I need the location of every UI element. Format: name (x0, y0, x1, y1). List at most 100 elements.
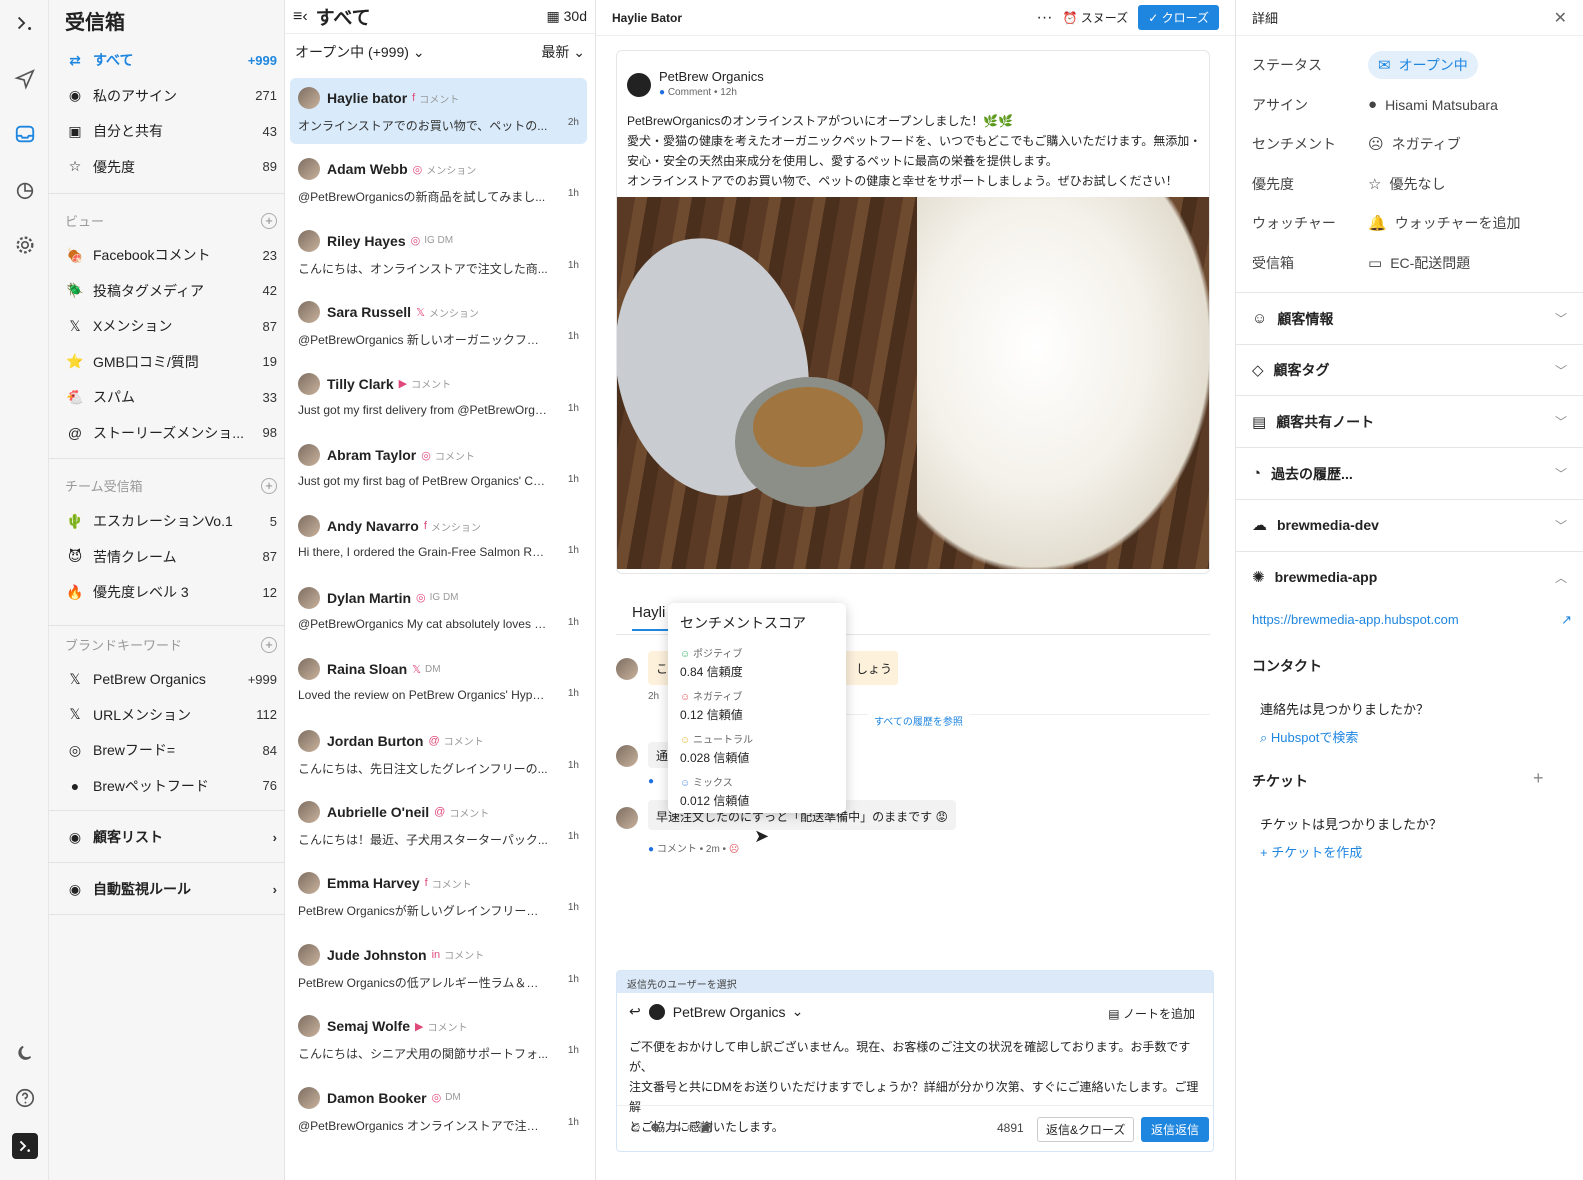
view-item-4[interactable]: 🐔 スパム 33 (65, 383, 277, 411)
post-image[interactable] (617, 197, 1209, 569)
view-item-2[interactable]: 𝕏 Xメンション 87 (65, 312, 277, 340)
list-collapse-icon[interactable]: ≡‹ (293, 8, 308, 26)
detail-value[interactable]: ✉ オープン中 (1368, 51, 1478, 79)
team-item-1[interactable]: 😈 苦情クレーム 87 (65, 543, 277, 571)
reply-account-select[interactable]: PetBrew Organics (673, 1004, 786, 1020)
brand-avatar (648, 1003, 665, 1020)
nav-item-2[interactable]: ▣ 自分と共有 43 (65, 117, 277, 145)
view-item-3[interactable]: ⭐ GMB口コミ/質問 19 (65, 348, 277, 376)
add-icon[interactable]: + (261, 477, 277, 494)
search-image-icon[interactable]: ⌕ (686, 1119, 699, 1134)
date-range-button[interactable]: ▦ 30d (547, 8, 587, 25)
brand-item-2[interactable]: ◎ Brewフード= 84 (65, 736, 277, 764)
close-conversation-button[interactable]: ✓ クローズ (1138, 5, 1219, 30)
account-logo-icon[interactable] (12, 1133, 38, 1159)
ai-icon[interactable]: ▣ (700, 1119, 718, 1134)
conversation-item[interactable]: Riley Hayes ◎ IG DM こんにちは、オンラインストアで注文した商...… (290, 221, 587, 287)
accordion-0[interactable]: ☺ 顧客情報 ﹀ (1236, 292, 1583, 344)
send-icon[interactable] (12, 66, 38, 92)
add-ticket-icon[interactable]: + (1533, 768, 1544, 789)
conversation-item[interactable]: Jude Johnston in コメント PetBrew Organicsの低アレル… (290, 935, 587, 1001)
conversation-item[interactable]: Jordan Burton @ コメント こんにちは、先日注文したグレインフリーの..… (290, 721, 587, 787)
conversation-item[interactable]: Tilly Clark ▶ コメント Just got my first delive… (290, 364, 587, 430)
sentiment-value: 0.12 信頼値 (680, 708, 743, 722)
hubspot-link[interactable]: https://brewmedia-app.hubspot.com (1252, 612, 1459, 628)
conversation-item[interactable]: Haylie bator f コメント オンラインストアでのお買い物で、ペットの...… (290, 78, 587, 144)
conversation-item[interactable]: Abram Taylor ◎ コメント Just got my first bag o… (290, 435, 587, 501)
conversation-item[interactable]: Raina Sloan 𝕏 DM Loved the review on PetBre… (290, 649, 587, 715)
snooze-button[interactable]: ⏰ スヌーズ (1062, 9, 1128, 26)
more-icon[interactable]: ··· (1037, 9, 1053, 27)
detail-icon: ☆ (1368, 175, 1382, 193)
conversation-item[interactable]: Aubrielle O'neil @ コメント こんにちは！最近、子犬用スターターパッ… (290, 792, 587, 858)
detail-value[interactable]: ☹ ネガティブ (1368, 134, 1461, 154)
view-item-0[interactable]: 🍖 Facebookコメント 23 (65, 241, 277, 269)
team-item-2[interactable]: 🔥 優先度レベル 3 12 (65, 578, 277, 606)
detail-value[interactable]: 🔔 ウォッチャーを追加 (1368, 213, 1521, 233)
inbox-icon[interactable] (12, 121, 38, 147)
help-icon[interactable] (12, 1085, 38, 1111)
view-history-link[interactable]: すべての履歴を参照 (868, 713, 969, 728)
chevron-down-icon: ﹀ (1554, 312, 1567, 326)
inbox-navigation: 受信箱 ⇄ すべて +999 ◉ 私のアサイン 271 ▣ 自分と共有 43 ☆ 優先度 89 ビュー +… (49, 0, 285, 1180)
nav-item-icon: 🌵 (66, 512, 84, 529)
avatar (298, 872, 320, 895)
detail-value[interactable]: ☆ 優先なし (1368, 174, 1445, 194)
close-icon[interactable]: ✕ (1554, 8, 1567, 28)
sort-select[interactable]: 最新 ⌄ (541, 42, 585, 62)
sentiment-label: ニュートラル (693, 735, 753, 746)
external-link-icon[interactable]: ↗ (1561, 612, 1572, 628)
conversation-item[interactable]: Damon Booker ◎ DM @PetBrewOrganics オンラインストア… (290, 1078, 587, 1144)
accordion-4[interactable]: ☁ brewmedia-dev ﹀ (1236, 498, 1583, 551)
create-ticket-link[interactable]: チケットを作成 (1271, 845, 1362, 860)
chevron-down-icon: ﹀ (1554, 415, 1567, 430)
brand-item-0[interactable]: 𝕏 PetBrew Organics +999 (65, 665, 277, 693)
settings-icon[interactable] (12, 232, 38, 258)
chevron-down-icon[interactable]: ⌄ (792, 1003, 804, 1020)
send-reply-button[interactable]: 返信返信 (1141, 1117, 1210, 1142)
conversation-item[interactable]: Sara Russell 𝕏 メンション @PetBrewOrganics 新しいオー… (290, 292, 587, 358)
channel-icon: f (412, 92, 416, 104)
sticker-icon[interactable]: ☻ (648, 1119, 668, 1134)
conversation-item[interactable]: Andy Navarro f メンション Hi there, I ordered th… (290, 506, 587, 572)
negative-sentiment-icon[interactable]: ☹ (729, 844, 739, 855)
detail-value[interactable]: ▭ EC-配送問題 (1368, 253, 1470, 273)
emoji-icon[interactable]: ☺ (629, 1119, 648, 1134)
dark-mode-icon[interactable] (12, 1041, 38, 1067)
brand-item-3[interactable]: ● Brewペットフード 76 (65, 772, 277, 800)
auto-rules-link[interactable]: ◉ 自動監視ルール › (65, 875, 277, 903)
accordion-1[interactable]: ◇ 顧客タグ ﹀ (1236, 343, 1583, 396)
divider (49, 914, 285, 915)
detail-key: 優先度 (1252, 175, 1294, 192)
gif-icon[interactable]: ▭ (668, 1119, 686, 1134)
add-icon[interactable]: + (261, 212, 277, 229)
analytics-icon[interactable] (12, 177, 38, 203)
add-icon[interactable]: + (261, 636, 277, 653)
nav-item-0[interactable]: ⇄ すべて +999 (65, 46, 277, 74)
nav-item-3[interactable]: ☆ 優先度 89 (65, 153, 277, 181)
status-filter[interactable]: オープン中 (+999) ⌄ (295, 42, 425, 62)
accordion-5[interactable]: ✺ brewmedia-app ︿ (1236, 550, 1583, 603)
accordion-icon: ☺ (1252, 310, 1268, 327)
conversation-item[interactable]: Adam Webb ◎ メンション @PetBrewOrganicsの新商品を試してみ… (290, 149, 587, 215)
nav-item-1[interactable]: ◉ 私のアサイン 271 (65, 82, 277, 110)
reply-close-button[interactable]: 返信&クローズ (1037, 1117, 1135, 1142)
detail-value-text: Hisami Matsubara (1385, 96, 1498, 113)
brand-item-1[interactable]: 𝕏 URLメンション 112 (65, 701, 277, 729)
team-item-0[interactable]: 🌵 エスカレーションVo.1 5 (65, 507, 277, 535)
view-item-5[interactable]: @ ストーリーズメンショ... 98 (65, 419, 277, 447)
detail-value[interactable]: ● Hisami Matsubara (1368, 96, 1498, 113)
reply-type-icon[interactable]: ↩ (629, 1003, 641, 1020)
accordion-2[interactable]: ▤ 顧客共有ノート ﹀ (1236, 395, 1583, 447)
conversation-item[interactable]: Emma Harvey f コメント PetBrew Organicsが新しいグレイン… (290, 863, 587, 929)
conversation-item[interactable]: Semaj Wolfe ▶ コメント こんにちは、シニア犬用の関節サポートフォ... 1… (290, 1006, 587, 1072)
app-logo-icon[interactable] (12, 10, 38, 36)
hubspot-search-link[interactable]: Hubspotで検索 (1271, 730, 1358, 745)
customer-list-link[interactable]: ◉ 顧客リスト › (65, 823, 277, 851)
nav-item-label: Brewフード= (93, 742, 176, 758)
view-item-1[interactable]: 🪲 投稿タグメディア 42 (65, 277, 277, 305)
accordion-3[interactable]: ◔ 過去の履歴... ﹀ (1236, 447, 1583, 499)
add-note-button[interactable]: ▤ ノートを追加 (1108, 1005, 1195, 1022)
conversation-item[interactable]: Dylan Martin ◎ IG DM @PetBrewOrganics My ca… (290, 578, 587, 644)
reply-target-bar[interactable]: 返信先のユーザーを選択 (617, 971, 1213, 993)
